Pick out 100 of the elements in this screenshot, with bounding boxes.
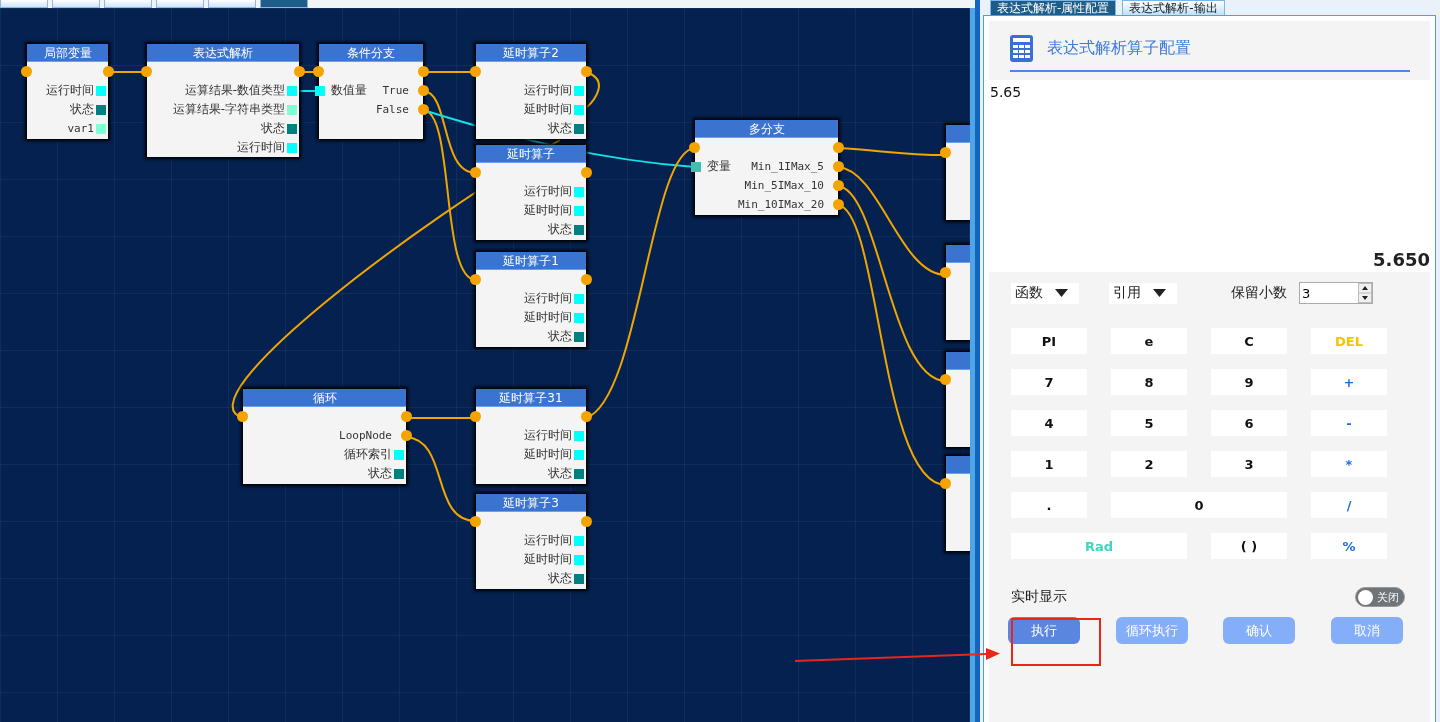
action-button[interactable]: 执行 [1008, 617, 1080, 644]
port-label: 状态 [548, 328, 572, 345]
flow-port[interactable] [581, 411, 592, 422]
flow-port[interactable] [418, 85, 429, 96]
node-title: 延时算子 [476, 145, 586, 163]
keypad-key[interactable]: * [1311, 451, 1387, 477]
flow-tab[interactable] [104, 0, 152, 8]
flow-port[interactable] [21, 66, 32, 77]
flow-port[interactable] [401, 430, 412, 441]
flow-port[interactable] [940, 478, 951, 489]
flow-port[interactable] [401, 411, 412, 422]
port-label: 延时时间 [524, 309, 572, 326]
node-title: 局部变量 [27, 44, 108, 62]
port-label: 状态 [70, 101, 94, 118]
port-label: 状态 [548, 221, 572, 238]
node-title: 延时算子2 [476, 44, 586, 62]
flow-tab[interactable] [0, 0, 48, 8]
keypad-key[interactable]: 8 [1111, 369, 1187, 395]
port-label: 运行时间 [524, 532, 572, 549]
result-value: 5.650 [1373, 249, 1430, 270]
panel-tab[interactable]: 表达式解析-输出 [1122, 0, 1225, 15]
port-label: 延时时间 [524, 101, 572, 118]
flow-port[interactable] [470, 516, 481, 527]
flow-port[interactable] [581, 167, 592, 178]
node-title: 多分支 [695, 120, 838, 138]
flow-port[interactable] [237, 411, 248, 422]
flow-port[interactable] [313, 66, 324, 77]
dropdown[interactable]: 引用 [1109, 282, 1177, 304]
keypad-key[interactable]: % [1311, 533, 1387, 559]
port-label: True [382, 83, 409, 99]
node-title: 延时算子3 [476, 494, 586, 512]
flow-port[interactable] [103, 66, 114, 77]
keypad-key[interactable]: C [1211, 328, 1287, 354]
port-label: 状态 [548, 120, 572, 137]
flow-port[interactable] [940, 147, 951, 158]
flow-port[interactable] [470, 167, 481, 178]
flow-port[interactable] [833, 180, 844, 191]
port-label: 运算结果-数值类型 [184, 82, 285, 99]
caret-icon [1153, 289, 1166, 297]
port-label: 运行时间 [237, 139, 285, 156]
flow-tab[interactable] [52, 0, 100, 8]
flow-port[interactable] [294, 66, 305, 77]
flow-port[interactable] [470, 66, 481, 77]
expression-text: 5.65 [990, 84, 1022, 100]
port-label: 变量 [707, 158, 731, 175]
flow-port[interactable] [581, 274, 592, 285]
port-label: Min_1IMax_5 [751, 159, 824, 175]
flow-port[interactable] [833, 161, 844, 172]
port-label: 状态 [548, 570, 572, 587]
port-label: 数值量 [331, 82, 367, 99]
port-label: 状态 [368, 465, 392, 482]
live-display-label: 实时显示 [1011, 588, 1067, 606]
port-label: 运行时间 [524, 183, 572, 200]
keypad-key[interactable]: 4 [1011, 410, 1087, 436]
keypad-key[interactable]: 0 [1111, 492, 1287, 518]
keypad-key[interactable]: ( ) [1211, 533, 1287, 559]
keypad-key[interactable]: 5 [1111, 410, 1187, 436]
toggle-switch[interactable]: 关闭 [1355, 587, 1405, 607]
flow-tab[interactable] [208, 0, 256, 8]
keypad-key[interactable]: 3 [1211, 451, 1287, 477]
port-label: 循环索引 [344, 446, 392, 463]
keypad-key[interactable]: + [1311, 369, 1387, 395]
flow-port[interactable] [418, 66, 429, 77]
port-label: False [375, 102, 409, 118]
flow-port[interactable] [833, 199, 844, 210]
flow-port[interactable] [940, 267, 951, 278]
flow-port[interactable] [470, 411, 481, 422]
port-label: var1 [67, 121, 94, 137]
flow-port[interactable] [418, 104, 429, 115]
flow-tab[interactable] [260, 0, 308, 8]
port-label: LoopNode [339, 428, 392, 444]
node-title: 条件分支 [319, 44, 423, 62]
keypad-key[interactable]: e [1111, 328, 1187, 354]
decimals-label: 保留小数 [1231, 284, 1287, 302]
dropdown[interactable]: 函数 [1011, 282, 1079, 304]
keypad-key[interactable]: - [1311, 410, 1387, 436]
flow-port[interactable] [470, 274, 481, 285]
panel-tab[interactable]: 表达式解析-属性配置 [990, 0, 1117, 15]
port-label: 状态 [548, 465, 572, 482]
keypad-key[interactable]: / [1311, 492, 1387, 518]
flow-port[interactable] [141, 66, 152, 77]
node-title: 延时算子31 [476, 389, 586, 407]
flow-port[interactable] [940, 374, 951, 385]
keypad-key[interactable]: PI [1011, 328, 1087, 354]
keypad-key[interactable]: 9 [1211, 369, 1287, 395]
port-label: 延时时间 [524, 551, 572, 568]
node-title: 延时算子1 [476, 252, 586, 270]
port-label: Min_5IMax_10 [744, 178, 824, 194]
flow-port[interactable] [833, 142, 844, 153]
flow-port[interactable] [581, 516, 592, 527]
keypad-key[interactable]: 6 [1211, 410, 1287, 436]
keypad-key[interactable]: 1 [1011, 451, 1087, 477]
flow-port[interactable] [581, 66, 592, 77]
keypad-key[interactable]: 2 [1111, 451, 1187, 477]
keypad-key[interactable]: 7 [1011, 369, 1087, 395]
port-label: Min_10IMax_20 [737, 197, 824, 213]
flow-port[interactable] [689, 142, 700, 153]
keypad-key[interactable]: . [1011, 492, 1087, 518]
flow-tab[interactable] [156, 0, 204, 8]
caret-icon [1055, 289, 1068, 297]
